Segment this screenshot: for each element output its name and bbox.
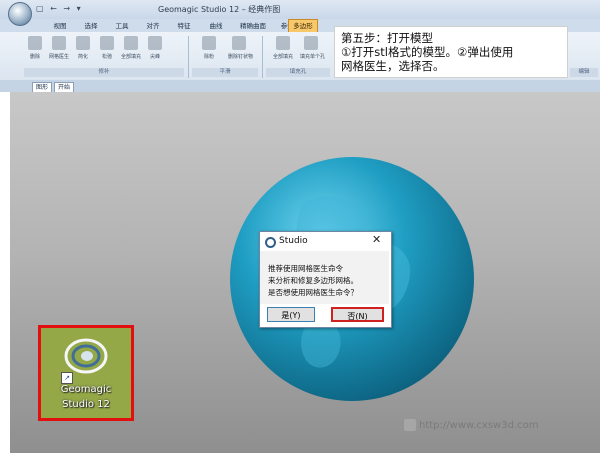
studio-dialog: Studio ✕ 推荐使用网格医生命令 来分析和修复多边形网格。 是否想使用网格…	[259, 231, 392, 328]
tip-line-3: 网格医生，选择否。	[341, 59, 445, 73]
spike-tool[interactable]: 尖峰	[144, 36, 166, 60]
title-bar: ▢ ← → ▾ Geomagic Studio 12 – 经典作图	[0, 0, 600, 20]
fill-icon	[124, 36, 138, 50]
tab-feature[interactable]: 特征	[168, 20, 200, 32]
watermark: http://www.cxsw3d.com	[404, 419, 538, 431]
tab-polygon[interactable]: 多边形	[288, 19, 318, 33]
mesh-doctor-tool[interactable]: 网格医生	[48, 36, 70, 60]
fill-all-tool[interactable]: 全部填充	[120, 36, 142, 60]
tip-line-2: ①打开stl格式的模型。②弹出使用	[341, 45, 514, 59]
quick-access-toolbar[interactable]: ▢ ← → ▾	[36, 4, 83, 13]
fill-holes-icon	[276, 36, 290, 50]
studio-icon	[265, 237, 276, 248]
simplify-tool[interactable]: 简化	[72, 36, 94, 60]
dialog-message-1: 推荐使用网格医生命令	[268, 264, 343, 273]
watermark-url: http://www.cxsw3d.com	[419, 420, 539, 431]
dialog-title: Studio	[279, 236, 308, 246]
dialog-titlebar: Studio ✕	[260, 232, 389, 251]
defeature-icon	[202, 36, 216, 50]
tab-curve[interactable]: 曲线	[200, 20, 232, 32]
group-edit-label: 编辑	[570, 68, 598, 77]
delete-tool[interactable]: 删除	[24, 36, 46, 60]
remove-spikes-tool[interactable]: 删除钉状物	[228, 36, 253, 60]
group-fill-label: 填充孔	[266, 68, 330, 77]
step-tip-box: 第五步：打开模型 ①打开stl格式的模型。②弹出使用 网格医生，选择否。	[334, 26, 568, 78]
ribbon-divider	[188, 36, 189, 78]
fill-all-holes-tool[interactable]: 全部填充	[272, 36, 294, 60]
relax-tool[interactable]: 松弛	[96, 36, 118, 60]
ribbon-divider	[262, 36, 263, 78]
no-button[interactable]: 否(N)	[331, 307, 384, 322]
fill-single-icon	[304, 36, 318, 50]
defeature-tool[interactable]: 除粉	[198, 36, 220, 60]
dialog-message-3: 是否想使用网格医生命令？	[268, 288, 358, 297]
app-window: ▢ ← → ▾ Geomagic Studio 12 – 经典作图 视图 选择 …	[0, 0, 600, 453]
shortcut-arrow-icon: ↗	[61, 372, 73, 384]
relax-icon	[100, 36, 114, 50]
dialog-message-2: 来分析和修复多边形网格。	[268, 276, 358, 285]
window-title: Geomagic Studio 12 – 经典作图	[158, 5, 281, 14]
geomagic-desktop-shortcut[interactable]: ↗ Geomagic Studio 12	[38, 325, 134, 421]
dialog-footer: 是(Y) 否(N)	[260, 304, 389, 326]
shortcut-label-1: Geomagic	[60, 384, 112, 395]
tab-align[interactable]: 对齐	[138, 20, 168, 32]
document-tabs: 图形 开始	[0, 80, 600, 93]
group-smooth-label: 平滑	[192, 68, 258, 77]
remove-spikes-icon	[232, 36, 246, 50]
geomagic-logo-icon	[64, 338, 108, 374]
app-menu-button[interactable]	[8, 2, 32, 26]
simplify-icon	[76, 36, 90, 50]
tab-exact-surface[interactable]: 精确曲面	[232, 20, 274, 32]
dialog-body: 推荐使用网格医生命令 来分析和修复多边形网格。 是否想使用网格医生命令？	[260, 251, 389, 304]
yes-button[interactable]: 是(Y)	[267, 307, 315, 322]
watermark-logo-icon	[404, 419, 416, 431]
tip-line-1: 第五步：打开模型	[341, 31, 433, 45]
group-repair-label: 修补	[24, 68, 184, 77]
tab-view[interactable]: 视图	[44, 20, 76, 32]
shortcut-label-2: Studio 12	[62, 399, 110, 410]
mesh-doctor-icon	[52, 36, 66, 50]
close-icon[interactable]: ✕	[372, 233, 381, 246]
fill-single-tool[interactable]: 填充单个孔	[300, 36, 325, 60]
delete-icon	[28, 36, 42, 50]
tab-tools[interactable]: 工具	[106, 20, 138, 32]
tab-select[interactable]: 选择	[76, 20, 106, 32]
spike-icon	[148, 36, 162, 50]
